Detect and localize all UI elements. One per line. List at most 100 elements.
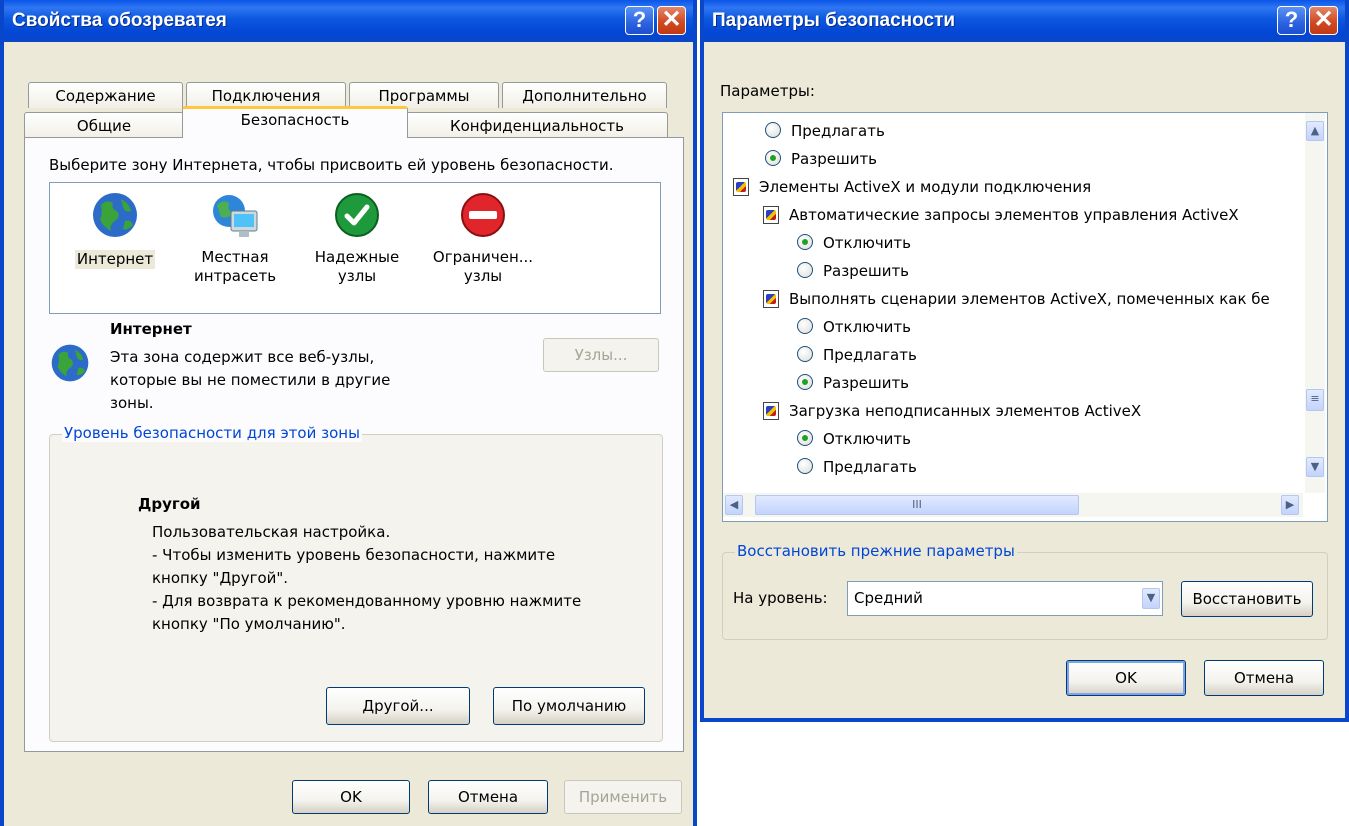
zone-intranet-line1: Местная: [201, 248, 269, 266]
scroll-up-button[interactable]: ▲: [1306, 121, 1324, 141]
zone-info-globe-icon: [51, 344, 89, 382]
cancel-label: Отмена: [457, 788, 519, 806]
chevron-down-icon: ▼: [1146, 591, 1156, 604]
tab-content[interactable]: Содержание: [28, 82, 183, 108]
title-bar[interactable]: Параметры безопасности: [704, 0, 1345, 42]
zone-internet-label: Интернет: [74, 250, 156, 269]
reset-level-select[interactable]: Средний ▼: [847, 581, 1163, 616]
radio-unchecked[interactable]: [797, 318, 813, 334]
radio-option[interactable]: Разрешить: [723, 257, 1303, 285]
title-bar[interactable]: Свойства обозреватея: [4, 0, 693, 42]
scroll-thumb[interactable]: ≡: [1306, 389, 1324, 411]
tab-general[interactable]: Общие: [24, 112, 184, 138]
security-level-group-title: Уровень безопасности для этой зоны: [62, 424, 362, 442]
security-settings-window: Параметры безопасности ? ✕ Параметры: Пр…: [700, 0, 1349, 722]
settings-item[interactable]: Загрузка неподписанных элементов ActiveX: [723, 397, 1303, 425]
radio-checked[interactable]: [797, 430, 813, 446]
default-level-label: По умолчанию: [511, 697, 627, 715]
tab-connections[interactable]: Подключения: [186, 82, 346, 108]
zone-trusted[interactable]: Надежные узлы: [312, 191, 402, 286]
radio-unchecked[interactable]: [797, 346, 813, 362]
horizontal-scroll-thumb[interactable]: III: [755, 495, 1079, 515]
help-button[interactable]: ?: [1277, 6, 1306, 35]
radio-checked[interactable]: [797, 234, 813, 250]
default-level-button[interactable]: По умолчанию: [493, 687, 645, 725]
level-desc-line3: кнопку "Другой".: [152, 569, 289, 587]
tab-label: Дополнительно: [522, 87, 647, 105]
level-desc-line4: - Для возврата к рекомендованному уровню…: [152, 592, 582, 610]
tab-label: Общие: [76, 117, 132, 135]
zone-intranet-line2: интрасеть: [193, 267, 277, 285]
custom-level-button[interactable]: Другой...: [326, 687, 470, 725]
sites-button-label: Узлы...: [574, 346, 628, 364]
tree-row-label: Загрузка неподписанных элементов ActiveX: [789, 402, 1142, 420]
tab-advanced[interactable]: Дополнительно: [502, 82, 667, 108]
chevron-up-icon: ▲: [1310, 124, 1320, 137]
restricted-no-entry-icon: [461, 193, 505, 237]
sites-button[interactable]: Узлы...: [543, 338, 659, 372]
zone-info-title: Интернет: [110, 320, 192, 338]
scroll-right-button[interactable]: ▶: [1281, 495, 1299, 515]
globe-icon: [93, 193, 137, 237]
tab-label: Конфиденциальность: [449, 117, 624, 135]
scroll-left-button[interactable]: ◀: [725, 495, 743, 515]
close-button[interactable]: ✕: [657, 6, 686, 35]
intranet-computer-icon: [213, 195, 258, 237]
radio-checked[interactable]: [797, 374, 813, 390]
scroll-down-button[interactable]: ▼: [1306, 457, 1324, 477]
ok-button[interactable]: OK: [1066, 660, 1186, 696]
reset-button-label: Восстановить: [1192, 590, 1302, 608]
zone-info-line3: зоны.: [110, 394, 154, 412]
reset-button[interactable]: Восстановить: [1181, 581, 1313, 617]
tree-row-label: Отключить: [823, 318, 912, 336]
tree-row-label: Разрешить: [823, 374, 910, 392]
apply-button[interactable]: Применить: [564, 780, 682, 814]
radio-option[interactable]: Разрешить: [723, 369, 1303, 397]
tab-label: Программы: [378, 87, 470, 105]
zone-local-intranet[interactable]: Местная интрасеть: [185, 191, 285, 286]
tree-row-label: Предлагать: [823, 458, 917, 476]
reset-level-value: Средний: [854, 589, 923, 607]
radio-option[interactable]: Отключить: [723, 313, 1303, 341]
chevron-right-icon: ▶: [1285, 498, 1295, 511]
tab-label: Подключения: [211, 87, 321, 105]
radio-option[interactable]: Предлагать: [723, 341, 1303, 369]
tab-privacy[interactable]: Конфиденциальность: [406, 112, 668, 138]
radio-checked[interactable]: [765, 150, 781, 166]
ok-button[interactable]: OK: [292, 780, 410, 814]
level-desc-line1: Пользовательская настройка.: [152, 523, 391, 541]
cancel-button[interactable]: Отмена: [428, 780, 548, 814]
horizontal-scrollbar[interactable]: ◀ III ▶: [723, 493, 1303, 517]
tree-row-label: Элементы ActiveX и модули подключения: [759, 178, 1092, 196]
cancel-button[interactable]: Отмена: [1204, 660, 1324, 696]
settings-item[interactable]: Выполнять сценарии элементов ActiveX, по…: [723, 285, 1303, 313]
settings-icon: [763, 206, 779, 224]
tree-row-label: Автоматические запросы элементов управле…: [789, 206, 1239, 224]
close-icon: ✕: [661, 6, 682, 33]
dropdown-button[interactable]: ▼: [1142, 588, 1160, 609]
radio-option[interactable]: Отключить: [723, 229, 1303, 257]
radio-option[interactable]: Разрешить: [723, 145, 1303, 173]
vertical-scrollbar[interactable]: ▲ ≡ ▼: [1305, 113, 1325, 493]
zone-restricted-line2: узлы: [463, 267, 503, 285]
ok-label: OK: [1115, 669, 1137, 687]
tree-row-label: Отключить: [823, 430, 912, 448]
settings-category[interactable]: Элементы ActiveX и модули подключения: [723, 173, 1303, 201]
grip-icon: III: [912, 498, 922, 511]
settings-tree: Предлагать Разрешить Элементы ActiveX и мо…: [722, 112, 1328, 522]
radio-option[interactable]: Предлагать: [723, 453, 1303, 481]
close-button[interactable]: ✕: [1309, 6, 1338, 35]
tab-security[interactable]: Безопасность: [182, 106, 408, 138]
zone-internet[interactable]: Интернет: [70, 191, 160, 269]
radio-unchecked[interactable]: [765, 122, 781, 138]
radio-unchecked[interactable]: [797, 458, 813, 474]
zone-restricted[interactable]: Ограничен... узлы: [428, 191, 538, 286]
radio-unchecked[interactable]: [797, 262, 813, 278]
settings-item[interactable]: Автоматические запросы элементов управле…: [723, 201, 1303, 229]
help-button[interactable]: ?: [625, 6, 654, 35]
zone-trusted-line1: Надежные: [314, 248, 400, 266]
radio-option[interactable]: Предлагать: [723, 117, 1303, 145]
radio-option[interactable]: Отключить: [723, 425, 1303, 453]
reset-settings-group: Восстановить прежние параметры На уровен…: [722, 542, 1328, 640]
tab-programs[interactable]: Программы: [349, 82, 499, 108]
